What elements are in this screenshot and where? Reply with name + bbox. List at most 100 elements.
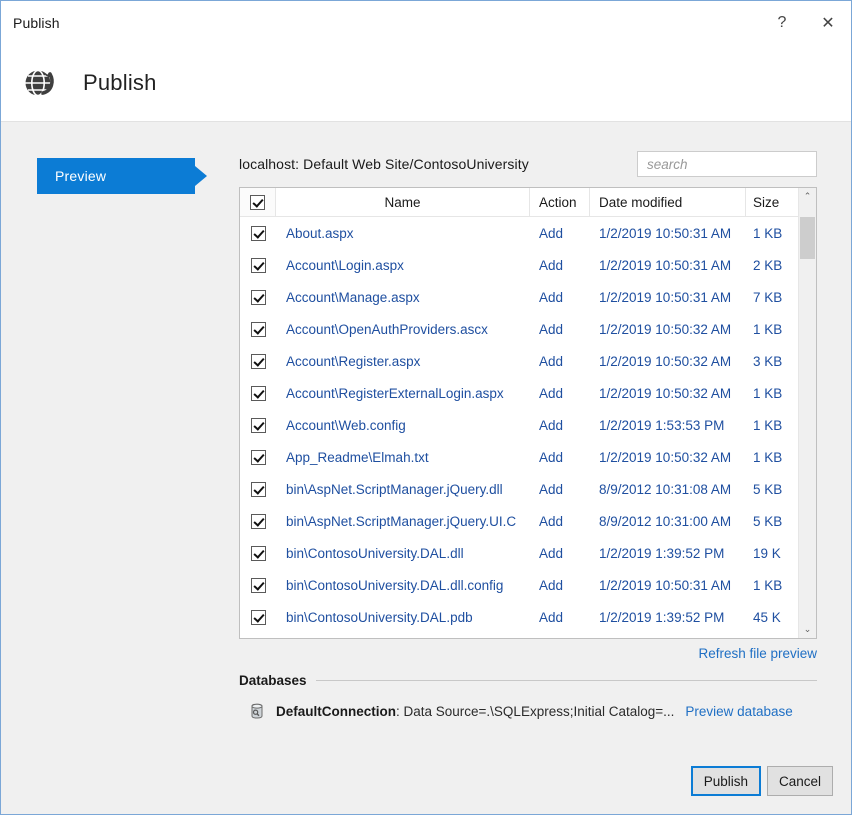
scroll-down-icon[interactable]: ⌄ [799, 621, 816, 638]
row-size: 1 KB [746, 226, 798, 241]
database-connection-name: DefaultConnection [276, 704, 396, 719]
page-title: Publish [83, 70, 157, 96]
row-size: 2 KB [746, 258, 798, 273]
table-row[interactable]: App_Readme\Elmah.txtAdd1/2/2019 10:50:32… [240, 441, 798, 473]
row-file-name: Account\Manage.aspx [276, 290, 530, 305]
row-checkbox-cell[interactable] [240, 386, 276, 401]
row-action: Add [530, 354, 590, 369]
database-connection-string: : Data Source=.\SQLExpress;Initial Catal… [396, 704, 674, 719]
row-date-modified: 1/2/2019 10:50:32 AM [590, 322, 746, 337]
table-row[interactable]: Account\Login.aspxAdd1/2/2019 10:50:31 A… [240, 249, 798, 281]
database-icon [248, 702, 266, 720]
row-checkbox[interactable] [251, 258, 266, 273]
row-checkbox[interactable] [251, 226, 266, 241]
sidebar-item-preview[interactable]: Preview [37, 158, 195, 194]
refresh-row: Refresh file preview [239, 646, 817, 661]
row-checkbox-cell[interactable] [240, 418, 276, 433]
row-size: 1 KB [746, 322, 798, 337]
select-all-checkbox[interactable] [250, 195, 265, 210]
column-header-date-modified[interactable]: Date modified [590, 188, 746, 216]
dialog-footer: Publish Cancel [1, 748, 851, 814]
row-checkbox[interactable] [251, 322, 266, 337]
row-checkbox-cell[interactable] [240, 578, 276, 593]
table-row[interactable]: bin\AspNet.ScriptManager.jQuery.UI.CAdd8… [240, 505, 798, 537]
scroll-up-icon[interactable]: ⌃ [799, 188, 816, 205]
row-checkbox-cell[interactable] [240, 482, 276, 497]
column-header-name[interactable]: Name [276, 188, 530, 216]
row-size: 1 KB [746, 386, 798, 401]
table-row[interactable]: bin\ContosoUniversity.DAL.dllAdd1/2/2019… [240, 537, 798, 569]
table-row[interactable]: Account\Manage.aspxAdd1/2/2019 10:50:31 … [240, 281, 798, 313]
row-checkbox[interactable] [251, 482, 266, 497]
row-checkbox-cell[interactable] [240, 354, 276, 369]
database-row: DefaultConnection : Data Source=.\SQLExp… [239, 702, 817, 720]
row-checkbox-cell[interactable] [240, 514, 276, 529]
table-row[interactable]: Account\RegisterExternalLogin.aspxAdd1/2… [240, 377, 798, 409]
row-checkbox[interactable] [251, 450, 266, 465]
row-checkbox-cell[interactable] [240, 226, 276, 241]
row-checkbox-cell[interactable] [240, 258, 276, 273]
table-row[interactable]: bin\ContosoUniversity.DAL.dll.configAdd1… [240, 569, 798, 601]
title-bar: Publish ? ✕ [1, 1, 851, 45]
row-checkbox[interactable] [251, 514, 266, 529]
row-file-name: Account\OpenAuthProviders.ascx [276, 322, 530, 337]
row-file-name: Account\Web.config [276, 418, 530, 433]
refresh-file-preview-link[interactable]: Refresh file preview [698, 646, 817, 661]
table-row[interactable]: bin\ContosoUniversity.DAL.pdbAdd1/2/2019… [240, 601, 798, 633]
row-action: Add [530, 578, 590, 593]
file-preview-table: Name Action Date modified Size About.asp… [239, 187, 817, 639]
row-file-name: bin\AspNet.ScriptManager.jQuery.UI.C [276, 514, 530, 529]
row-date-modified: 1/2/2019 1:53:53 PM [590, 418, 746, 433]
row-size: 5 KB [746, 514, 798, 529]
row-file-name: bin\ContosoUniversity.DAL.pdb [276, 610, 530, 625]
row-checkbox[interactable] [251, 386, 266, 401]
row-checkbox-cell[interactable] [240, 450, 276, 465]
column-header-action[interactable]: Action [530, 188, 590, 216]
row-size: 45 K [746, 610, 798, 625]
row-checkbox[interactable] [251, 290, 266, 305]
row-date-modified: 1/2/2019 10:50:31 AM [590, 226, 746, 241]
cancel-button[interactable]: Cancel [767, 766, 833, 796]
table-row[interactable]: Account\Register.aspxAdd1/2/2019 10:50:3… [240, 345, 798, 377]
row-checkbox[interactable] [251, 610, 266, 625]
row-action: Add [530, 290, 590, 305]
dialog-header: Publish [1, 45, 851, 122]
close-icon[interactable]: ✕ [805, 1, 851, 45]
row-date-modified: 1/2/2019 10:50:32 AM [590, 450, 746, 465]
publish-button[interactable]: Publish [691, 766, 761, 796]
row-checkbox[interactable] [251, 354, 266, 369]
table-vertical-scrollbar[interactable]: ⌃ ⌄ [798, 188, 816, 638]
row-checkbox-cell[interactable] [240, 546, 276, 561]
row-size: 7 KB [746, 290, 798, 305]
row-size: 19 K [746, 546, 798, 561]
row-checkbox[interactable] [251, 418, 266, 433]
scrollbar-thumb[interactable] [800, 217, 815, 259]
row-checkbox-cell[interactable] [240, 290, 276, 305]
select-all-header[interactable] [240, 188, 276, 216]
help-icon[interactable]: ? [759, 1, 805, 45]
row-checkbox-cell[interactable] [240, 322, 276, 337]
row-file-name: Account\Login.aspx [276, 258, 530, 273]
row-file-name: Account\Register.aspx [276, 354, 530, 369]
preview-panel: localhost: Default Web Site/ContosoUnive… [239, 150, 851, 748]
row-file-name: bin\ContosoUniversity.DAL.dll [276, 546, 530, 561]
publish-dialog: Publish ? ✕ Publish [0, 0, 852, 815]
search-box[interactable] [637, 151, 817, 177]
row-size: 3 KB [746, 354, 798, 369]
row-checkbox-cell[interactable] [240, 610, 276, 625]
table-body: About.aspxAdd1/2/2019 10:50:31 AM1 KBAcc… [240, 217, 798, 638]
table-row[interactable]: Account\OpenAuthProviders.ascxAdd1/2/201… [240, 313, 798, 345]
preview-database-link[interactable]: Preview database [685, 704, 792, 719]
row-action: Add [530, 610, 590, 625]
table-row[interactable]: bin\AspNet.ScriptManager.jQuery.dllAdd8/… [240, 473, 798, 505]
row-checkbox[interactable] [251, 546, 266, 561]
row-date-modified: 1/2/2019 10:50:31 AM [590, 290, 746, 305]
column-header-size[interactable]: Size [746, 188, 798, 216]
table-row[interactable]: Account\Web.configAdd1/2/2019 1:53:53 PM… [240, 409, 798, 441]
scrollbar-track[interactable] [799, 205, 816, 621]
row-size: 1 KB [746, 418, 798, 433]
databases-group-title: Databases [239, 673, 316, 688]
search-input[interactable] [645, 156, 809, 173]
row-checkbox[interactable] [251, 578, 266, 593]
table-row[interactable]: About.aspxAdd1/2/2019 10:50:31 AM1 KB [240, 217, 798, 249]
